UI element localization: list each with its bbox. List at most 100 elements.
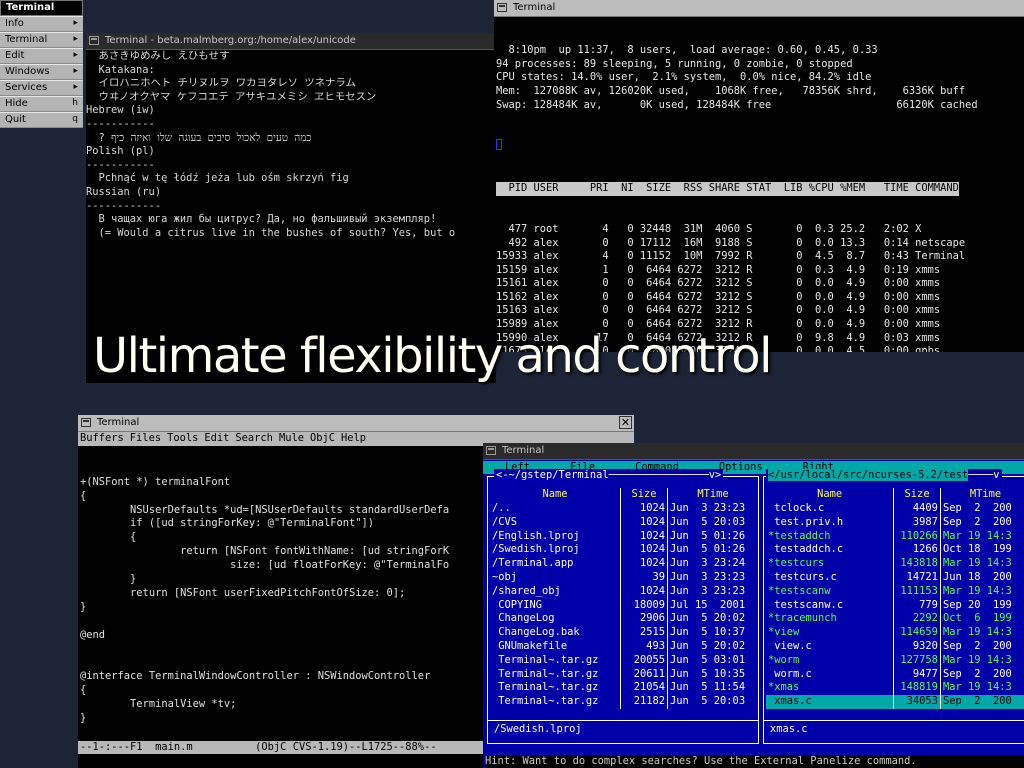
- top-terminal-titlebar[interactable]: Terminal: [494, 0, 1024, 17]
- file-row[interactable]: /English.lproj 1024 Jun 5 01:26: [490, 529, 758, 544]
- menu-item-windows[interactable]: Windows ▸: [0, 64, 83, 80]
- file-name: Terminal~.tar.gz: [492, 667, 599, 680]
- file-row[interactable]: ChangeLog 2906 Jun 5 20:02: [490, 612, 758, 627]
- mc-terminal-titlebar[interactable]: Terminal: [483, 443, 1024, 460]
- menu-item-edit[interactable]: Edit ▸: [0, 48, 83, 64]
- emacs-menu-objc[interactable]: ObjC: [310, 432, 335, 444]
- column-header[interactable]: Size: [893, 488, 941, 502]
- mc-right-panel[interactable]: </usr/local/src/ncurses-5.2/test────v Na…: [763, 469, 1024, 744]
- app-menu-title[interactable]: Terminal: [0, 0, 83, 16]
- file-name: /English.lproj: [492, 529, 580, 542]
- top-terminal-window[interactable]: Terminal 8:10pm up 11:37, 8 users, load …: [494, 0, 1024, 352]
- file-name: *worm: [768, 653, 800, 666]
- file-row[interactable]: *testscanw 111153 Mar 19 14:3: [766, 584, 1024, 599]
- column-header[interactable]: MTime: [939, 488, 1024, 502]
- process-table-header: PID USER PRI NI SIZE RSS SHARE STAT LIB …: [496, 182, 959, 196]
- column-header[interactable]: MTime: [667, 488, 758, 502]
- file-row[interactable]: Terminal~.tar.gz 21054 Jun 5 11:54: [490, 681, 758, 696]
- menu-item-quit[interactable]: Quit q: [0, 112, 83, 128]
- miniaturize-icon[interactable]: [81, 418, 91, 427]
- panel-header-row: Name Size MTime: [490, 488, 758, 502]
- column-header[interactable]: Name: [766, 488, 894, 502]
- file-row[interactable]: /CVS 1024 Jun 5 20:03: [490, 515, 758, 530]
- file-row[interactable]: *testcurs 143818 Mar 19 14:3: [766, 557, 1024, 571]
- top-output: 8:10pm up 11:37, 8 users, load average: …: [496, 17, 978, 352]
- file-mtime: Mar 19 14:3: [939, 626, 1024, 640]
- file-size: 2292: [893, 612, 941, 627]
- summary-line: Swap: 128484K av, 0K used, 128484K free …: [496, 98, 978, 111]
- file-row[interactable]: ChangeLog.bak 2515 Jun 5 10:37: [490, 626, 758, 640]
- menu-item-terminal[interactable]: Terminal ▸: [0, 32, 83, 48]
- file-row[interactable]: view.c 9320 Sep 2 200: [766, 639, 1024, 654]
- column-header[interactable]: Name: [490, 488, 621, 502]
- window-title: Terminal: [97, 417, 140, 428]
- midnight-commander-window[interactable]: Terminal Left File Command Options Right <-~…: [483, 443, 1024, 768]
- file-size: 148819: [893, 681, 941, 696]
- file-row[interactable]: testaddch.c 1266 Oct 18 199: [766, 543, 1024, 558]
- file-name: worm.c: [768, 667, 812, 680]
- file-name: /Terminal.app: [492, 557, 574, 570]
- app-menu[interactable]: Terminal Info ▸ Terminal ▸ Edit ▸ Windows ▸ Serv…: [0, 0, 83, 128]
- emacs-menu-tools[interactable]: Tools: [167, 432, 198, 444]
- file-name: Terminal~.tar.gz: [492, 681, 599, 694]
- file-row[interactable]: GNUmakefile 493 Jun 5 20:02: [490, 639, 758, 654]
- file-row[interactable]: Terminal~.tar.gz 20611 Jun 5 10:35: [490, 667, 758, 682]
- file-name: GNUmakefile: [492, 640, 568, 653]
- emacs-menu-buffers[interactable]: Buffers: [80, 432, 124, 444]
- process-row: 15162 alex 0 0 6464 6272 3212 S 0 0.0 4.…: [496, 290, 941, 303]
- mc-left-panel[interactable]: <-~/gstep/Terminal────────────────v> Nam…: [487, 469, 759, 744]
- file-row[interactable]: /Swedish.lproj 1024 Jun 5 01:26: [490, 543, 758, 558]
- file-mtime: Sep 2 200: [939, 639, 1024, 654]
- miniaturize-icon[interactable]: [486, 446, 496, 455]
- file-row[interactable]: Terminal~.tar.gz 20055 Jun 5 03:01: [490, 653, 758, 668]
- emacs-menu-help[interactable]: Help: [341, 432, 366, 444]
- menu-item-label: Services: [5, 82, 48, 93]
- file-row[interactable]: ~obj 39 Jun 3 23:23: [490, 570, 758, 585]
- file-mtime: Mar 19 14:3: [939, 653, 1024, 668]
- close-icon[interactable]: ✕: [619, 416, 632, 429]
- file-row[interactable]: tclock.c 4409 Sep 2 200: [766, 502, 1024, 516]
- emacs-menu-files[interactable]: Files: [130, 432, 161, 444]
- file-row[interactable]: /Terminal.app 1024 Jun 3 23:24: [490, 557, 758, 571]
- terminal-line: -----------: [86, 158, 155, 171]
- code-line: }: [80, 573, 137, 586]
- column-header[interactable]: Size: [620, 488, 668, 502]
- miniaturize-icon[interactable]: [89, 36, 99, 45]
- file-row[interactable]: *view 114659 Mar 19 14:3: [766, 626, 1024, 640]
- file-row[interactable]: *xmas 148819 Mar 19 14:3: [766, 681, 1024, 696]
- file-name: COPYING: [492, 598, 543, 611]
- right-panel-path[interactable]: </usr/local/src/ncurses-5.2/test────v: [766, 469, 1002, 483]
- miniaturize-icon[interactable]: [497, 3, 507, 12]
- file-row[interactable]: test.priv.h 3987 Sep 2 200: [766, 515, 1024, 530]
- terminal-line: Katakana:: [86, 63, 155, 76]
- file-row[interactable]: Terminal~.tar.gz 21182 Jun 5 20:03: [490, 695, 758, 709]
- emacs-menu-search[interactable]: Search: [235, 432, 273, 444]
- menu-item-info[interactable]: Info ▸: [0, 16, 83, 32]
- file-row[interactable]: *tracemunch 2292 Oct 6 199: [766, 612, 1024, 627]
- file-row[interactable]: xmas.c 34053 Sep 2 200: [766, 695, 1024, 709]
- file-row[interactable]: testcurs.c 14721 Jun 18 200: [766, 570, 1024, 585]
- file-size: 18009: [620, 598, 668, 613]
- emacs-menu-edit[interactable]: Edit: [204, 432, 229, 444]
- menu-item-services[interactable]: Services ▸: [0, 80, 83, 96]
- emacs-terminal-titlebar[interactable]: Terminal ✕: [78, 415, 634, 432]
- emacs-menu-mule[interactable]: Mule: [279, 432, 304, 444]
- file-row[interactable]: worm.c 9477 Sep 2 200: [766, 667, 1024, 682]
- file-mtime: Mar 19 14:3: [939, 584, 1024, 599]
- submenu-arrow-icon: ▸: [73, 66, 78, 76]
- file-row[interactable]: *worm 127758 Mar 19 14:3: [766, 653, 1024, 668]
- code-line: if ([ud stringForKey: @"TerminalFont"]): [80, 517, 375, 530]
- file-row[interactable]: COPYING 18009 Jul 15 2001: [490, 598, 758, 613]
- code-line: return [NSFont fontWithName: [ud stringF…: [80, 545, 450, 558]
- file-row[interactable]: testscanw.c 779 Sep 20 199: [766, 598, 1024, 613]
- file-row[interactable]: /.. 1024 Jun 3 23:23: [490, 502, 758, 516]
- mc-menu-options[interactable]: Options: [719, 461, 763, 475]
- file-row[interactable]: /shared_obj 1024 Jun 3 23:23: [490, 584, 758, 599]
- left-panel-path[interactable]: <-~/gstep/Terminal────────────────v>: [494, 469, 724, 483]
- menu-item-hide[interactable]: Hide h: [0, 96, 83, 112]
- unicode-terminal-titlebar[interactable]: Terminal - beta.malmberg.org:/home/alex/…: [86, 33, 496, 50]
- file-row[interactable]: *testaddch 110266 Mar 19 14:3: [766, 529, 1024, 544]
- file-mtime: Oct 18 199: [939, 543, 1024, 558]
- emacs-buffer[interactable]: +(NSFont *) terminalFont{ NSUserDefaults…: [80, 448, 449, 726]
- file-name: *testscanw: [768, 584, 831, 597]
